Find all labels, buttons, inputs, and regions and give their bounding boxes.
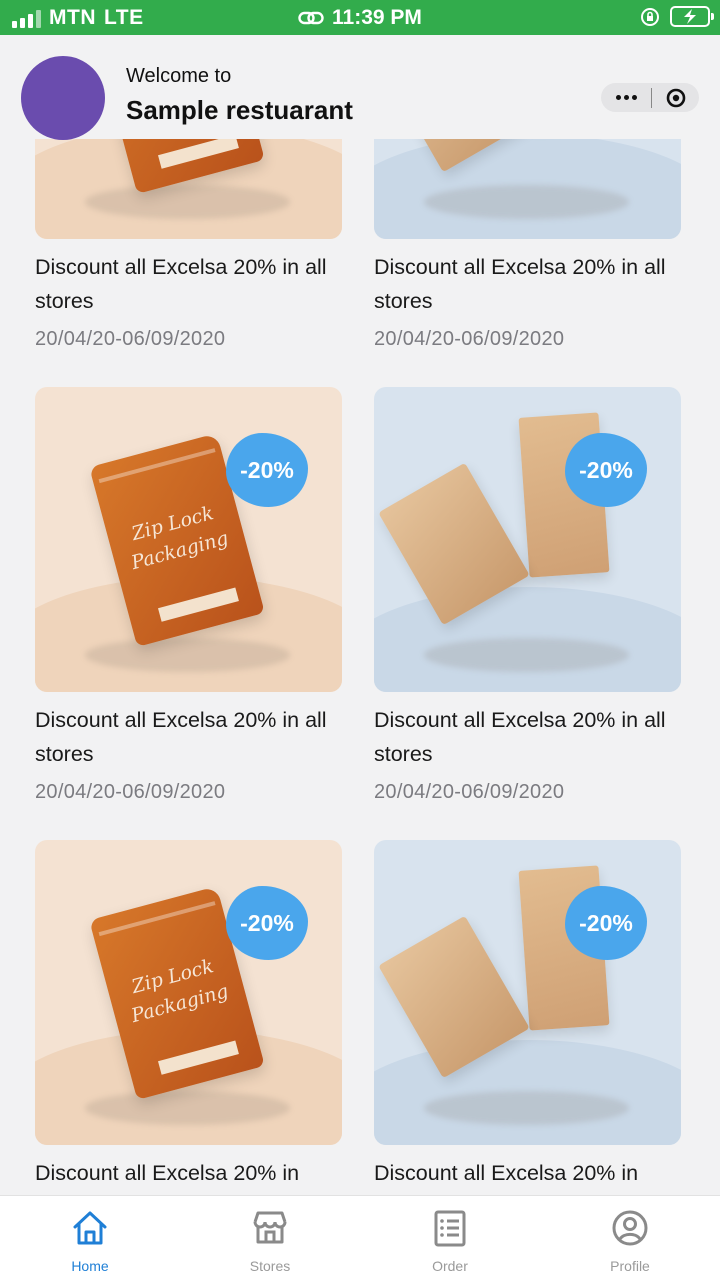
orientation-lock-icon (641, 7, 659, 26)
battery-icon (670, 6, 714, 27)
promotion-card[interactable]: -20% Discount all Excelsa 20% in (374, 840, 681, 1195)
close-icon (666, 88, 685, 107)
promotion-image: -20% (374, 387, 681, 692)
promotion-card[interactable]: Discount all Excelsa 20% in all stores 2… (374, 139, 681, 359)
network-label: LTE (104, 6, 144, 29)
promotion-card[interactable]: Zip Lock Packaging -20% Discount all Exc… (35, 387, 342, 812)
promotion-date: 20/04/20-06/09/2020 (374, 781, 565, 803)
promotion-date: 20/04/20-06/09/2020 (374, 328, 565, 350)
status-center: 11:39 PM (298, 6, 422, 30)
home-icon (73, 1211, 107, 1245)
promotion-image: Zip Lock Packaging -20% (35, 387, 342, 692)
promotion-date: 20/04/20-06/09/2020 (35, 781, 226, 803)
bottom-tab-bar: Home Stores Order Profile (0, 1195, 720, 1280)
promotion-title: Discount all Excelsa 20% in (374, 1161, 639, 1185)
promotion-image (374, 139, 681, 239)
bag-label: Zip Lock Packaging (128, 955, 231, 1028)
more-icon (615, 95, 621, 100)
promotion-title: Discount all Excelsa 20% in all stores (35, 255, 327, 313)
promotion-title: Discount all Excelsa 20% in all stores (374, 708, 666, 766)
discount-badge: -20% (226, 433, 308, 507)
restaurant-name: Sample restuarant (126, 95, 353, 125)
promotion-image (35, 139, 342, 239)
tab-stores-label: Stores (249, 1258, 291, 1274)
tab-order[interactable]: Order (360, 1196, 540, 1280)
clock: 11:39 PM (332, 6, 422, 29)
promotion-title: Discount all Excelsa 20% in all stores (374, 255, 666, 313)
promotion-card[interactable]: -20% Discount all Excelsa 20% in all sto… (374, 387, 681, 812)
link-icon (298, 11, 324, 25)
promotion-list[interactable]: Discount all Excelsa 20% in all stores 2… (0, 139, 720, 1195)
signal-icon (12, 8, 41, 28)
header: Welcome to Sample restuarant (0, 35, 720, 140)
promotion-card[interactable]: Discount all Excelsa 20% in all stores 2… (35, 139, 342, 359)
tab-home-label: Home (71, 1258, 109, 1274)
status-right (640, 6, 714, 27)
avatar[interactable] (21, 56, 105, 140)
status-bar: MTN LTE 11:39 PM (0, 0, 720, 35)
discount-badge: -20% (565, 433, 647, 507)
tab-stores[interactable]: Stores (180, 1196, 360, 1280)
promotion-date: 20/04/20-06/09/2020 (35, 328, 226, 350)
tab-profile[interactable]: Profile (540, 1196, 720, 1280)
tab-profile-label: Profile (610, 1258, 650, 1274)
discount-badge: -20% (565, 886, 647, 960)
promotion-card[interactable]: Zip Lock Packaging -20% Discount all Exc… (35, 840, 342, 1195)
mini-program-capsule (601, 83, 699, 112)
welcome-text: Welcome to (126, 65, 232, 87)
promotion-image: Zip Lock Packaging -20% (35, 840, 342, 1145)
more-button[interactable] (601, 95, 651, 100)
discount-badge: -20% (226, 886, 308, 960)
promotion-title: Discount all Excelsa 20% in (35, 1161, 300, 1185)
profile-icon (612, 1210, 648, 1246)
status-left: MTN LTE (12, 6, 144, 30)
bag-label: Zip Lock Packaging (128, 502, 231, 575)
tab-order-label: Order (432, 1258, 468, 1274)
carrier-label: MTN (49, 6, 96, 29)
promotion-title: Discount all Excelsa 20% in all stores (35, 708, 327, 766)
promotion-image: -20% (374, 840, 681, 1145)
close-button[interactable] (652, 88, 699, 108)
order-list-icon (434, 1210, 466, 1247)
store-icon (253, 1211, 287, 1244)
tab-home[interactable]: Home (0, 1196, 180, 1280)
